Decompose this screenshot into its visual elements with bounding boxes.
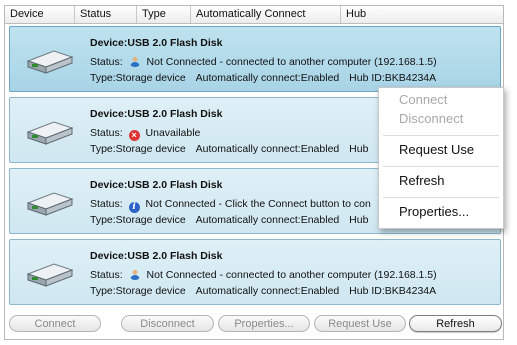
device-hub: Hub ID:BKB4234A [349, 285, 437, 297]
device-status: Status: i Not Connected - Click the Conn… [90, 198, 371, 213]
menu-separator [383, 197, 499, 198]
status-text: Not Connected - connected to another com… [146, 56, 437, 68]
disconnect-button[interactable]: Disconnect [121, 315, 214, 332]
device-row[interactable]: Device:USB 2.0 Flash Disk Status: Not Co… [9, 26, 501, 92]
device-status: Status: Not Connected - connected to ano… [90, 269, 437, 281]
device-auto-connect: Automatically connect:Enabled [195, 143, 340, 155]
info-icon: i [128, 202, 140, 213]
status-label: Status: [90, 269, 123, 281]
usb-disk-icon [26, 263, 74, 287]
refresh-button[interactable]: Refresh [409, 315, 502, 332]
column-status[interactable]: Status [75, 6, 137, 23]
menu-item-connect[interactable]: Connect [399, 92, 447, 107]
usb-disk-icon [26, 192, 74, 216]
device-details: Type:Storage device Automatically connec… [90, 214, 368, 226]
status-text: Not Connected - Click the Connect button… [145, 198, 371, 210]
device-details: Type:Storage device Automatically connec… [90, 285, 436, 297]
error-icon: × [128, 130, 140, 141]
menu-item-properties[interactable]: Properties... [399, 204, 469, 219]
device-type: Type:Storage device [90, 285, 186, 297]
status-label: Status: [90, 56, 123, 68]
menu-item-disconnect[interactable]: Disconnect [399, 111, 463, 126]
user-icon [130, 269, 140, 280]
menu-item-refresh[interactable]: Refresh [399, 173, 445, 188]
device-hub: Hub ID:BKB4234A [349, 72, 437, 84]
status-text: Not Connected - connected to another com… [146, 269, 437, 281]
device-type: Type:Storage device [90, 143, 186, 155]
menu-item-request-use[interactable]: Request Use [399, 142, 474, 157]
device-status: Status: Not Connected - connected to ano… [90, 56, 437, 68]
device-auto-connect: Automatically connect:Enabled [195, 214, 340, 226]
device-type: Type:Storage device [90, 72, 186, 84]
device-auto-connect: Automatically connect:Enabled [195, 72, 340, 84]
status-text: Unavailable [145, 127, 201, 139]
status-label: Status: [90, 198, 123, 210]
device-hub: Hub [349, 143, 369, 155]
request-use-button[interactable]: Request Use [314, 315, 406, 332]
menu-separator [383, 166, 499, 167]
user-icon [130, 56, 140, 67]
connect-button[interactable]: Connect [9, 315, 101, 332]
device-auto-connect: Automatically connect:Enabled [195, 285, 340, 297]
usb-disk-icon [26, 121, 74, 145]
device-name: Device:USB 2.0 Flash Disk [90, 179, 223, 191]
properties-button[interactable]: Properties... [218, 315, 310, 332]
usb-disk-icon [26, 50, 74, 74]
column-device[interactable]: Device [5, 6, 75, 23]
column-header: Device Status Type Automatically Connect… [5, 6, 503, 24]
menu-separator [383, 135, 499, 136]
status-label: Status: [90, 127, 123, 139]
device-name: Device:USB 2.0 Flash Disk [90, 37, 223, 49]
column-hub[interactable]: Hub [341, 6, 503, 23]
device-details: Type:Storage device Automatically connec… [90, 72, 436, 84]
context-menu: Connect Disconnect Request Use Refresh P… [378, 87, 504, 229]
device-row[interactable]: Device:USB 2.0 Flash Disk Status: Not Co… [9, 239, 501, 305]
column-automatically-connect[interactable]: Automatically Connect [191, 6, 341, 23]
column-type[interactable]: Type [137, 6, 191, 23]
device-name: Device:USB 2.0 Flash Disk [90, 108, 223, 120]
device-status: Status: × Unavailable [90, 127, 200, 141]
device-type: Type:Storage device [90, 214, 186, 226]
device-name: Device:USB 2.0 Flash Disk [90, 250, 223, 262]
device-hub: Hub [349, 214, 369, 226]
device-details: Type:Storage device Automatically connec… [90, 143, 368, 155]
